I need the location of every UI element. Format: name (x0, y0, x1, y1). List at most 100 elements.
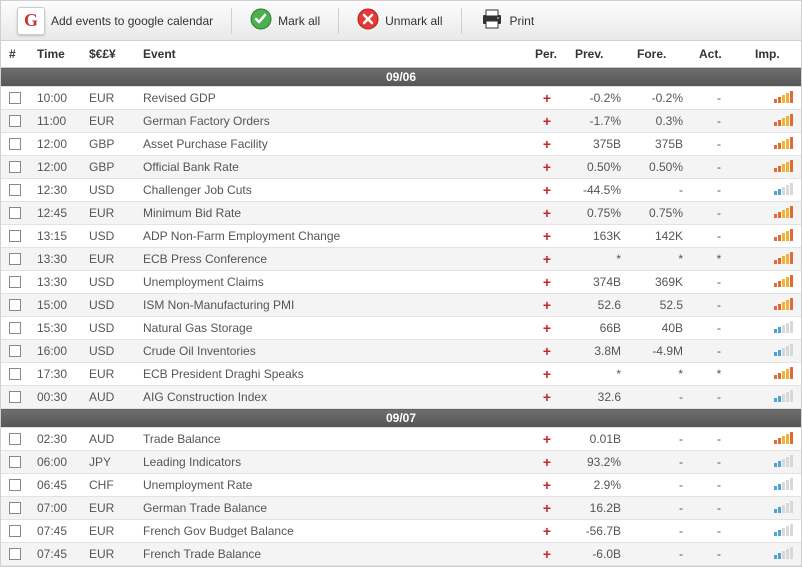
cell-fore: * (629, 248, 691, 271)
expand-icon[interactable]: + (543, 251, 551, 267)
expand-icon[interactable]: + (543, 366, 551, 382)
row-checkbox[interactable] (9, 115, 21, 127)
row-checkbox[interactable] (9, 525, 21, 537)
cell-event: Unemployment Rate (135, 474, 527, 497)
expand-icon[interactable]: + (543, 274, 551, 290)
cell-currency: EUR (81, 543, 135, 566)
expand-icon[interactable]: + (543, 431, 551, 447)
row-checkbox[interactable] (9, 161, 21, 173)
expand-icon[interactable]: + (543, 182, 551, 198)
expand-icon[interactable]: + (543, 113, 551, 129)
cell-imp (747, 340, 801, 363)
google-calendar-icon: G (17, 7, 45, 35)
printer-icon (480, 8, 504, 33)
importance-bars (774, 183, 793, 195)
importance-bars (774, 114, 793, 126)
cell-act: - (691, 317, 747, 340)
cell-time: 00:30 (29, 386, 81, 409)
cell-event: AIG Construction Index (135, 386, 527, 409)
row-checkbox[interactable] (9, 391, 21, 403)
importance-bars (774, 137, 793, 149)
cell-prev: 16.2B (567, 497, 629, 520)
row-checkbox[interactable] (9, 433, 21, 445)
expand-icon[interactable]: + (543, 523, 551, 539)
importance-bars (774, 432, 793, 444)
row-checkbox[interactable] (9, 230, 21, 242)
cell-event: French Trade Balance (135, 543, 527, 566)
date-separator: 09/07 (1, 409, 801, 428)
row-checkbox[interactable] (9, 345, 21, 357)
cell-fore: - (629, 520, 691, 543)
cell-act: - (691, 386, 747, 409)
cell-currency: USD (81, 225, 135, 248)
cell-event: Crude Oil Inventories (135, 340, 527, 363)
row-checkbox[interactable] (9, 322, 21, 334)
row-checkbox[interactable] (9, 479, 21, 491)
expand-icon[interactable]: + (543, 228, 551, 244)
cell-imp (747, 386, 801, 409)
cell-event: Minimum Bid Rate (135, 202, 527, 225)
row-checkbox[interactable] (9, 456, 21, 468)
row-checkbox[interactable] (9, 253, 21, 265)
expand-icon[interactable]: + (543, 477, 551, 493)
col-prev: Prev. (567, 41, 629, 68)
cell-imp (747, 520, 801, 543)
cell-fore: 0.75% (629, 202, 691, 225)
table-row: 07:45EURFrench Gov Budget Balance+-56.7B… (1, 520, 801, 543)
expand-icon[interactable]: + (543, 297, 551, 313)
mark-all-label: Mark all (278, 14, 320, 28)
cell-act: - (691, 340, 747, 363)
table-row: 07:45EURFrench Trade Balance+-6.0B-- (1, 543, 801, 566)
separator (231, 8, 232, 34)
row-checkbox[interactable] (9, 138, 21, 150)
print-button[interactable]: Print (470, 8, 545, 33)
cell-currency: AUD (81, 428, 135, 451)
cell-fore: * (629, 363, 691, 386)
expand-icon[interactable]: + (543, 454, 551, 470)
expand-icon[interactable]: + (543, 389, 551, 405)
cell-prev: 0.75% (567, 202, 629, 225)
expand-icon[interactable]: + (543, 136, 551, 152)
expand-icon[interactable]: + (543, 205, 551, 221)
google-calendar-button[interactable]: G Add events to google calendar (7, 7, 223, 35)
cell-time: 15:30 (29, 317, 81, 340)
events-table: # Time $€£¥ Event Per. Prev. Fore. Act. … (1, 41, 801, 566)
row-checkbox[interactable] (9, 184, 21, 196)
cell-act: * (691, 248, 747, 271)
unmark-all-button[interactable]: Unmark all (347, 8, 452, 33)
cell-fore: - (629, 179, 691, 202)
table-row: 00:30AUDAIG Construction Index+32.6-- (1, 386, 801, 409)
cell-event: Leading Indicators (135, 451, 527, 474)
expand-icon[interactable]: + (543, 320, 551, 336)
row-checkbox[interactable] (9, 502, 21, 514)
expand-icon[interactable]: + (543, 159, 551, 175)
expand-icon[interactable]: + (543, 343, 551, 359)
cell-currency: GBP (81, 133, 135, 156)
cell-fore: 142K (629, 225, 691, 248)
cell-time: 06:00 (29, 451, 81, 474)
cell-imp (747, 474, 801, 497)
importance-bars (774, 229, 793, 241)
row-checkbox[interactable] (9, 368, 21, 380)
cell-fore: - (629, 543, 691, 566)
cell-imp (747, 225, 801, 248)
expand-icon[interactable]: + (543, 90, 551, 106)
expand-icon[interactable]: + (543, 546, 551, 562)
importance-bars (774, 160, 793, 172)
mark-all-button[interactable]: Mark all (240, 8, 330, 33)
expand-icon[interactable]: + (543, 500, 551, 516)
cell-prev: 163K (567, 225, 629, 248)
col-fore: Fore. (629, 41, 691, 68)
row-checkbox[interactable] (9, 276, 21, 288)
cell-imp (747, 202, 801, 225)
row-checkbox[interactable] (9, 92, 21, 104)
cell-fore: -4.9M (629, 340, 691, 363)
cell-time: 02:30 (29, 428, 81, 451)
cell-event: ISM Non-Manufacturing PMI (135, 294, 527, 317)
cell-fore: - (629, 497, 691, 520)
importance-bars (774, 455, 793, 467)
cell-event: Official Bank Rate (135, 156, 527, 179)
row-checkbox[interactable] (9, 548, 21, 560)
row-checkbox[interactable] (9, 207, 21, 219)
row-checkbox[interactable] (9, 299, 21, 311)
